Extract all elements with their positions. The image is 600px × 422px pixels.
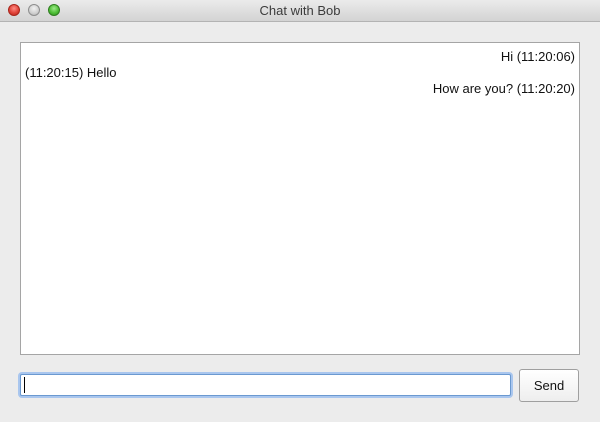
chat-log[interactable]: Hi (11:20:06) (11:20:15) Hello How are y…	[20, 42, 580, 355]
text-caret	[24, 377, 25, 393]
chat-message: Hi (11:20:06)	[500, 49, 575, 64]
send-button[interactable]: Send	[519, 369, 579, 402]
chat-window: Chat with Bob Hi (11:20:06) (11:20:15) H…	[0, 0, 600, 422]
title-bar[interactable]: Chat with Bob	[0, 0, 600, 22]
message-input[interactable]	[20, 374, 511, 396]
window-title: Chat with Bob	[259, 3, 341, 18]
chat-message: How are you? (11:20:20)	[432, 81, 575, 96]
chat-message: (11:20:15) Hello	[25, 65, 117, 80]
